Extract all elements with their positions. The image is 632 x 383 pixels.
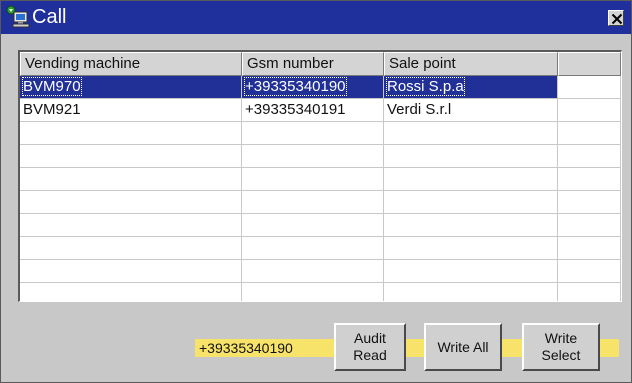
cell-vending-machine-text: BVM970: [22, 77, 82, 96]
column-header-vending-machine[interactable]: Vending machine: [20, 52, 242, 76]
cell-gsm-number-text: +39335340190: [244, 77, 347, 96]
empty-cell[interactable]: [20, 260, 242, 283]
cell-vending-machine[interactable]: BVM921: [20, 99, 242, 122]
cell-sale-point[interactable]: Rossi S.p.a: [384, 76, 558, 99]
vending-machine-grid[interactable]: Vending machine Gsm number Sale point BV…: [18, 50, 622, 302]
empty-cell[interactable]: [384, 214, 558, 237]
window-title: Call: [32, 6, 67, 28]
cell-vending-machine-text: BVM921: [23, 101, 81, 118]
cell-gsm-number[interactable]: +39335340190: [242, 76, 384, 99]
empty-table-row[interactable]: [20, 214, 621, 237]
empty-cell[interactable]: [384, 145, 558, 168]
table-row[interactable]: BVM970 +39335340190 Rossi S.p.a: [20, 76, 621, 99]
write-all-button[interactable]: Write All: [424, 323, 502, 371]
cell-sale-point-text: Verdi S.r.l: [387, 101, 452, 118]
cell-sale-point[interactable]: Verdi S.r.l: [384, 99, 558, 122]
grid-header: Vending machine Gsm number Sale point: [20, 52, 621, 76]
empty-cell[interactable]: [242, 283, 384, 301]
empty-cell[interactable]: [384, 168, 558, 191]
cell-sale-point-text: Rossi S.p.a: [386, 77, 465, 96]
empty-cell[interactable]: [558, 260, 621, 283]
empty-cell[interactable]: [558, 145, 621, 168]
empty-cell[interactable]: [242, 260, 384, 283]
empty-cell[interactable]: [242, 237, 384, 260]
empty-cell[interactable]: [20, 214, 242, 237]
empty-table-row[interactable]: [20, 191, 621, 214]
table-row[interactable]: BVM921 +39335340191 Verdi S.r.l: [20, 99, 621, 122]
column-header-blank[interactable]: [558, 52, 621, 76]
empty-cell[interactable]: [384, 237, 558, 260]
empty-cell[interactable]: [384, 191, 558, 214]
empty-cell[interactable]: [384, 283, 558, 301]
empty-cell[interactable]: [558, 122, 621, 145]
cell-blank[interactable]: [558, 99, 621, 122]
empty-table-row[interactable]: [20, 122, 621, 145]
column-header-gsm-number[interactable]: Gsm number: [242, 52, 384, 76]
grid-body: BVM970 +39335340190 Rossi S.p.a BVM921 +3933…: [20, 76, 621, 301]
empty-table-row[interactable]: [20, 145, 621, 168]
empty-cell[interactable]: [558, 191, 621, 214]
cell-gsm-number[interactable]: +39335340191: [242, 99, 384, 122]
empty-cell[interactable]: [558, 214, 621, 237]
empty-cell[interactable]: [242, 191, 384, 214]
empty-cell[interactable]: [20, 122, 242, 145]
empty-cell[interactable]: [558, 283, 621, 301]
cell-blank[interactable]: [558, 76, 621, 99]
column-header-sale-point[interactable]: Sale point: [384, 52, 558, 76]
empty-table-row[interactable]: [20, 168, 621, 191]
cell-gsm-number-text: +39335340191: [245, 101, 346, 118]
empty-cell[interactable]: [20, 237, 242, 260]
empty-cell[interactable]: [242, 145, 384, 168]
close-button[interactable]: [608, 10, 624, 26]
audit-read-button[interactable]: Audit Read: [334, 323, 406, 371]
empty-cell[interactable]: [20, 283, 242, 301]
write-select-button[interactable]: Write Select: [522, 323, 600, 371]
call-window: Call Vending machine Gsm number Sale poi…: [0, 0, 632, 383]
empty-cell[interactable]: [558, 237, 621, 260]
empty-table-row[interactable]: [20, 237, 621, 260]
close-icon: [611, 13, 623, 25]
empty-table-row[interactable]: [20, 283, 621, 301]
empty-cell[interactable]: [242, 122, 384, 145]
empty-table-row[interactable]: [20, 260, 621, 283]
title-bar[interactable]: Call: [1, 1, 631, 34]
gsm-number-display: +39335340190: [199, 340, 293, 356]
phone-computer-icon: [6, 5, 30, 29]
empty-cell[interactable]: [384, 122, 558, 145]
empty-cell[interactable]: [20, 191, 242, 214]
empty-cell[interactable]: [384, 260, 558, 283]
cell-vending-machine[interactable]: BVM970: [20, 76, 242, 99]
empty-cell[interactable]: [20, 145, 242, 168]
empty-cell[interactable]: [20, 168, 242, 191]
empty-cell[interactable]: [242, 168, 384, 191]
empty-cell[interactable]: [558, 168, 621, 191]
empty-cell[interactable]: [242, 214, 384, 237]
